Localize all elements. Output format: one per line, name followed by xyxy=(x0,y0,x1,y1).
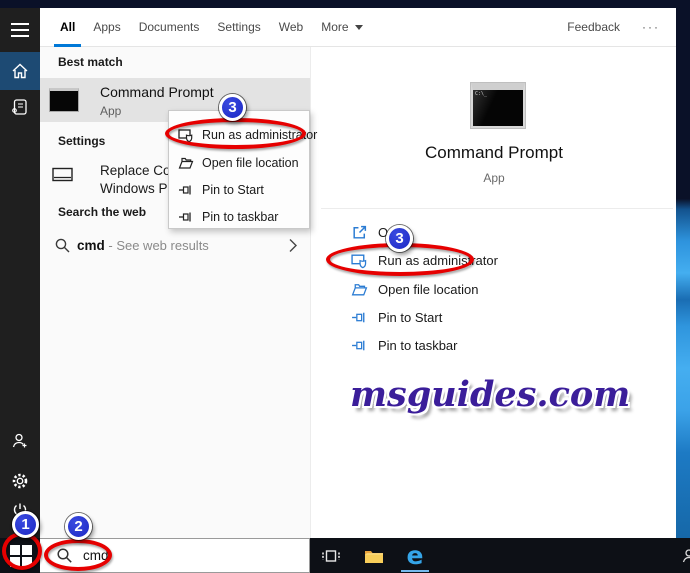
folder-open-icon xyxy=(178,155,194,171)
annotation-circle-run-admin-menu xyxy=(165,118,306,149)
task-view-icon xyxy=(321,547,341,565)
pin-icon xyxy=(351,337,368,354)
notebook-icon xyxy=(11,98,29,116)
add-account-icon xyxy=(11,432,29,450)
folder-open-icon xyxy=(351,281,368,298)
desktop-wallpaper xyxy=(676,8,690,538)
overflow-menu-icon[interactable]: ··· xyxy=(642,20,660,34)
feedback-button[interactable]: Feedback xyxy=(567,20,620,34)
windows-search-screenshot: All Apps Documents Settings Web More Fee… xyxy=(0,0,690,573)
tab-web[interactable]: Web xyxy=(279,8,303,47)
tab-all[interactable]: All xyxy=(60,8,75,47)
open-icon xyxy=(351,224,368,241)
action-open-file-location[interactable]: Open file location xyxy=(311,276,677,302)
file-explorer-icon xyxy=(364,548,384,565)
file-explorer-button[interactable] xyxy=(363,545,385,567)
task-view-button[interactable] xyxy=(320,545,342,567)
sidebar-item-account[interactable] xyxy=(0,432,40,450)
result-title: Command Prompt xyxy=(100,84,214,100)
settings-gear-icon xyxy=(11,472,29,490)
preview-title: Command Prompt xyxy=(311,143,677,163)
tab-more[interactable]: More xyxy=(321,8,362,47)
tab-settings[interactable]: Settings xyxy=(217,8,260,47)
web-search-result[interactable]: cmd - See web results xyxy=(40,233,310,263)
search-icon xyxy=(54,237,71,254)
annotation-badge-2: 2 xyxy=(65,513,92,540)
people-icon xyxy=(680,547,690,565)
people-button[interactable] xyxy=(678,545,690,567)
menu-item-open-file-location[interactable]: Open file location xyxy=(169,150,309,176)
search-filter-bar: All Apps Documents Settings Web More Fee… xyxy=(40,8,676,47)
best-match-header: Best match xyxy=(58,55,123,69)
watermark: msguides.com xyxy=(350,374,630,415)
pin-icon xyxy=(178,182,194,198)
annotation-badge-3-panel: 3 xyxy=(386,225,413,252)
active-app-indicator xyxy=(401,570,429,572)
taskbar-setting-icon xyxy=(52,166,73,183)
chevron-down-icon xyxy=(355,25,363,30)
tab-documents[interactable]: Documents xyxy=(139,8,200,47)
action-open[interactable]: Open xyxy=(311,219,677,245)
tab-apps[interactable]: Apps xyxy=(93,8,120,47)
edge-icon: e xyxy=(407,545,424,567)
edge-browser-button[interactable]: e xyxy=(404,545,426,567)
preview-pane: C:\_ Command Prompt App Open Run as admi… xyxy=(310,47,676,538)
home-icon xyxy=(11,62,29,80)
search-web-header: Search the web xyxy=(58,205,146,219)
annotation-badge-1: 1 xyxy=(12,511,39,538)
pin-icon xyxy=(351,309,368,326)
preview-type: App xyxy=(311,171,677,185)
annotation-badge-3-menu: 3 xyxy=(219,94,246,121)
divider xyxy=(321,208,673,209)
action-pin-to-taskbar[interactable]: Pin to taskbar xyxy=(311,332,677,358)
annotation-circle-search xyxy=(44,539,112,571)
web-search-label: cmd - See web results xyxy=(77,238,209,253)
search-sidebar xyxy=(0,8,40,538)
action-pin-to-start[interactable]: Pin to Start xyxy=(311,304,677,330)
menu-item-pin-to-taskbar[interactable]: Pin to taskbar xyxy=(169,204,309,230)
sidebar-item-home[interactable] xyxy=(0,52,40,90)
sidebar-item-notebook[interactable] xyxy=(0,98,40,116)
chevron-right-icon[interactable] xyxy=(288,237,298,254)
command-prompt-icon xyxy=(49,88,79,112)
pin-icon xyxy=(178,209,194,225)
result-type: App xyxy=(100,104,121,118)
settings-header: Settings xyxy=(58,134,105,148)
menu-item-pin-to-start[interactable]: Pin to Start xyxy=(169,177,309,203)
command-prompt-icon: C:\_ xyxy=(471,83,525,128)
hamburger-menu-icon[interactable] xyxy=(11,22,29,38)
sidebar-item-settings[interactable] xyxy=(0,472,40,490)
search-flyout: All Apps Documents Settings Web More Fee… xyxy=(0,8,676,538)
